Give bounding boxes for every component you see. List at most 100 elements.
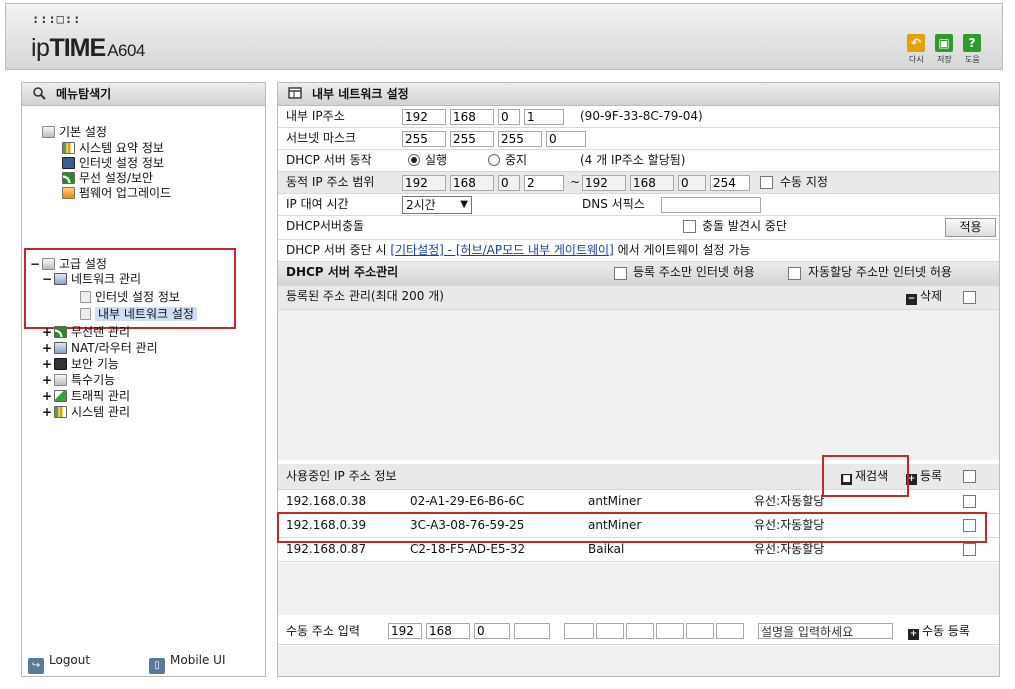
gateway-settings-link[interactable]: [기타설정] - [허브/AP모드 내부 게이트웨이] <box>390 243 613 257</box>
subnet-octet-4[interactable] <box>546 131 586 147</box>
delete-button[interactable]: − 삭제 <box>906 286 942 307</box>
manual-mac-2[interactable] <box>596 623 624 639</box>
logo-model: A604 <box>107 41 145 60</box>
subnet-octet-3[interactable] <box>498 131 542 147</box>
tree-wireless-management[interactable]: + 무선랜 관리 <box>42 325 130 339</box>
range-start-octet-3[interactable] <box>498 175 520 191</box>
logo-mark: :::□:: <box>32 12 82 26</box>
tree-label: 트래픽 관리 <box>71 389 131 403</box>
manual-assign-checkbox[interactable] <box>760 176 773 189</box>
tree-firmware-upgrade[interactable]: 펌웨어 업그레이드 <box>62 186 171 200</box>
manual-assign-label: 수동 지정 <box>780 175 828 189</box>
lease-time-select[interactable]: 2시간 ▼ <box>402 196 472 214</box>
client-mac: C2-18-F5-AD-E5-32 <box>410 542 526 556</box>
manual-ip-octet-1[interactable] <box>388 623 422 639</box>
allow-registered-checkbox[interactable] <box>614 267 627 280</box>
folder-icon <box>54 374 67 386</box>
address-management-title: DHCP 서버 주소관리 <box>286 265 399 279</box>
client-checkbox[interactable] <box>963 543 976 556</box>
in-use-select-all-checkbox[interactable] <box>963 470 976 483</box>
dns-suffix-input[interactable] <box>661 197 761 213</box>
apply-button[interactable]: 적용 <box>945 218 996 237</box>
subnet-octet-2[interactable] <box>450 131 494 147</box>
save-button[interactable]: ▣ 저장 <box>929 34 959 68</box>
dhcp-on-radio[interactable]: 실행 <box>408 150 447 171</box>
conflict-stop-checkbox[interactable] <box>683 220 696 233</box>
row-subnet: 서브넷 마스크 <box>278 128 999 150</box>
row-dynamic-range: 동적 IP 주소 범위 ~ 수동 지정 <box>278 172 999 194</box>
manual-mac-4[interactable] <box>656 623 684 639</box>
logout-button[interactable]: ↪ Logout <box>28 653 90 674</box>
subnet-label: 서브넷 마스크 <box>286 131 357 145</box>
manual-mac-6[interactable] <box>716 623 744 639</box>
tree-system-management[interactable]: + 시스템 관리 <box>42 405 130 419</box>
internal-ip-octet-4[interactable] <box>524 109 564 125</box>
manual-mac-3[interactable] <box>626 623 654 639</box>
range-start-octet-1[interactable] <box>402 175 446 191</box>
register-button[interactable]: + 등록 <box>906 464 942 489</box>
tree-label: 무선 설정/보안 <box>79 171 154 185</box>
row-dhcp-notice: DHCP 서버 중단 시 [기타설정] - [허브/AP모드 내부 게이트웨이]… <box>278 240 999 262</box>
radio-icon <box>488 154 500 166</box>
internal-ip-octet-3[interactable] <box>498 109 520 125</box>
manual-description-input[interactable] <box>758 623 893 639</box>
tree-label: NAT/라우터 관리 <box>71 341 158 355</box>
dynamic-range-label: 동적 IP 주소 범위 <box>286 175 375 189</box>
lease-time-label: IP 대여 시간 <box>286 197 349 211</box>
mobile-ui-button[interactable]: ▯ Mobile UI <box>149 653 226 674</box>
refresh-button[interactable]: ↶ 다시 <box>901 34 931 68</box>
tree-label: 펌웨어 업그레이드 <box>79 186 172 200</box>
tree-wireless-security[interactable]: 무선 설정/보안 <box>62 171 153 185</box>
manual-ip-octet-3[interactable] <box>474 623 510 639</box>
range-end-octet-3[interactable] <box>678 175 706 191</box>
tree-security[interactable]: + 보안 기능 <box>42 357 119 371</box>
traffic-icon <box>54 390 67 402</box>
expand-icon: + <box>42 405 53 419</box>
tree-nat-router[interactable]: + NAT/라우터 관리 <box>42 341 158 355</box>
table-row: 192.168.0.38 02-A1-29-E6-B6-6C antMiner … <box>278 490 999 514</box>
logo-brand-a: ip <box>31 34 50 62</box>
row-address-management: DHCP 서버 주소관리 등록 주소만 인터넷 허용 자동할당 주소만 인터넷 … <box>278 262 999 286</box>
row-registered-header: 등록된 주소 관리(최대 200 개) − 삭제 <box>278 286 999 310</box>
notice-text: DHCP 서버 중단 시 <box>286 243 391 257</box>
registered-select-all-checkbox[interactable] <box>963 291 976 304</box>
row-lease-time: IP 대여 시간 2시간 ▼ DNS 서픽스 <box>278 194 999 216</box>
save-icon: ▣ <box>935 34 953 52</box>
mobile-icon: ▯ <box>149 658 165 674</box>
client-checkbox[interactable] <box>963 495 976 508</box>
range-end-octet-1[interactable] <box>582 175 626 191</box>
internal-ip-octet-1[interactable] <box>402 109 446 125</box>
manual-ip-octet-2[interactable] <box>426 623 470 639</box>
lease-time-value: 2시간 <box>406 198 436 212</box>
tree-system-summary[interactable]: 시스템 요약 정보 <box>62 141 164 155</box>
dhcp-notice: DHCP 서버 중단 시 [기타설정] - [허브/AP모드 내부 게이트웨이]… <box>286 240 750 261</box>
manual-ip-octet-4[interactable] <box>514 623 550 639</box>
expand-icon: + <box>42 389 53 403</box>
manual-mac-1[interactable] <box>564 623 594 639</box>
search-icon <box>32 85 46 100</box>
manual-mac-5[interactable] <box>686 623 714 639</box>
chart-icon <box>62 142 75 154</box>
header-bar: :::□:: ipTIME A604 ↶ 다시 ▣ 저장 ? 도움 <box>5 3 1003 70</box>
tree-basic-settings[interactable]: 기본 설정 <box>42 125 107 139</box>
router-icon <box>54 342 67 354</box>
help-button[interactable]: ? 도움 <box>957 34 987 68</box>
tree-label: 보안 기능 <box>71 357 119 371</box>
tree-traffic-management[interactable]: + 트래픽 관리 <box>42 389 130 403</box>
tree-internet-info[interactable]: 인터넷 설정 정보 <box>62 156 164 170</box>
allow-auto-checkbox[interactable] <box>788 267 801 280</box>
dhcp-server-label: DHCP 서버 동작 <box>286 153 372 167</box>
range-end-octet-2[interactable] <box>630 175 674 191</box>
range-start-octet-4[interactable] <box>524 175 564 191</box>
firmware-icon <box>62 187 75 199</box>
tree-label: 시스템 관리 <box>71 405 131 419</box>
range-start-octet-2[interactable] <box>450 175 494 191</box>
manual-register-button[interactable]: + 수동 등록 <box>908 619 970 644</box>
internal-ip-octet-2[interactable] <box>450 109 494 125</box>
client-name: Baikal <box>588 542 625 556</box>
refresh-label: 다시 <box>909 55 924 64</box>
subnet-octet-1[interactable] <box>402 131 446 147</box>
tree-special-features[interactable]: + 특수기능 <box>42 373 115 387</box>
range-end-octet-4[interactable] <box>710 175 750 191</box>
dhcp-off-radio[interactable]: 중지 <box>488 150 527 171</box>
